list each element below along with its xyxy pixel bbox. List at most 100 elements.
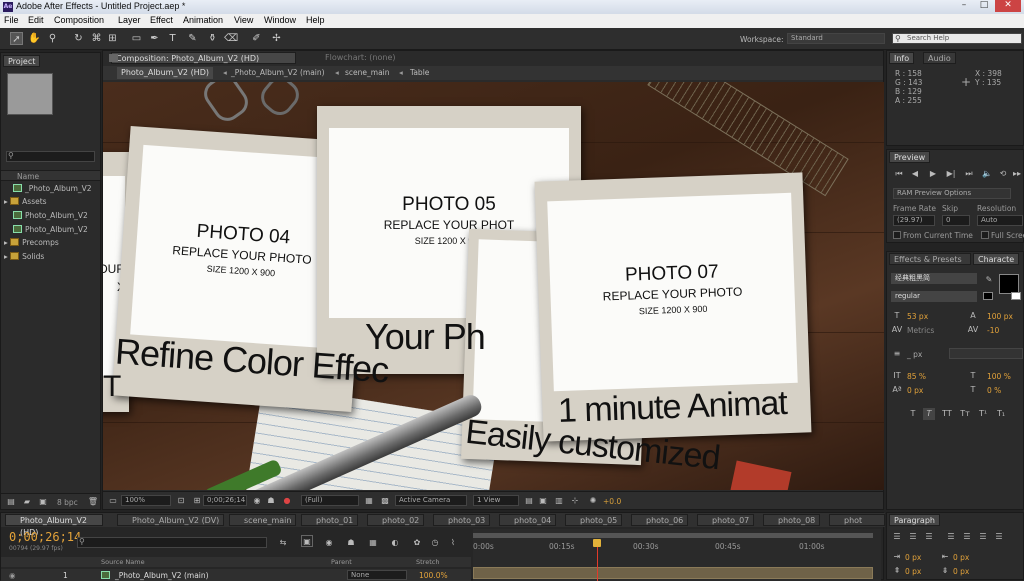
- align-right-icon[interactable]: ☰: [923, 531, 935, 543]
- tab-timeline[interactable]: photo_04: [499, 514, 557, 526]
- baseline-shift-value[interactable]: 0 px: [907, 386, 923, 395]
- eraser-tool-icon[interactable]: ⌫: [224, 32, 238, 45]
- maximize-icon[interactable]: □: [975, 0, 993, 12]
- list-item[interactable]: Photo_Album_V2: [13, 224, 88, 236]
- tab-preview[interactable]: Preview: [889, 151, 931, 163]
- tab-timeline[interactable]: photo_02: [367, 514, 425, 526]
- menu-layer[interactable]: Layer: [118, 15, 141, 25]
- bit-depth[interactable]: 8 bpc: [57, 498, 78, 507]
- motion-blur-icon[interactable]: ◐: [389, 537, 401, 549]
- space-after-value[interactable]: 0 px: [953, 567, 969, 576]
- timeline-timecode[interactable]: 0;00;26;14: [9, 530, 81, 544]
- tab-paragraph[interactable]: Paragraph: [889, 514, 940, 526]
- stretch-value[interactable]: 100.0%: [419, 571, 448, 580]
- ram-preview-options-select[interactable]: RAM Preview Options: [893, 188, 1011, 199]
- brainstorm-icon[interactable]: ✿: [411, 537, 423, 549]
- menu-file[interactable]: File: [4, 15, 19, 25]
- tracking-value[interactable]: -10: [987, 326, 999, 335]
- draft-3d-icon[interactable]: ◉: [323, 537, 335, 549]
- exposure-value[interactable]: +0.0: [603, 497, 621, 506]
- tab-timeline[interactable]: photo_08: [763, 514, 821, 526]
- eye-icon[interactable]: ◉: [9, 571, 16, 580]
- zoom-tool-icon[interactable]: ⚲: [46, 32, 59, 45]
- parent-select[interactable]: None: [347, 570, 407, 580]
- stroke-style-select[interactable]: [949, 348, 1023, 359]
- channel-icon[interactable]: ●: [281, 495, 293, 507]
- first-frame-icon[interactable]: ⏮: [893, 168, 905, 180]
- prev-frame-icon[interactable]: ◀: [909, 168, 921, 180]
- small-caps-button[interactable]: Tт: [959, 408, 971, 420]
- list-item[interactable]: _Photo_Album_V2: [13, 183, 92, 195]
- time-ruler-area[interactable]: 0:00s 00:15s 00:30s 00:45s 01:00s: [473, 529, 881, 581]
- align-left-icon[interactable]: ☰: [891, 531, 903, 543]
- new-folder-icon[interactable]: ▰: [21, 496, 33, 508]
- fill-color-swatch[interactable]: [999, 274, 1019, 294]
- faux-bold-button[interactable]: T: [907, 408, 919, 420]
- tab-timeline[interactable]: phot: [829, 514, 885, 526]
- list-item[interactable]: ▸ Precomps: [4, 237, 59, 249]
- full-screen-checkbox[interactable]: [981, 231, 989, 239]
- layer-name[interactable]: _Photo_Album_V2 (main): [115, 571, 209, 580]
- breadcrumb-item[interactable]: scene_main: [345, 68, 390, 77]
- next-frame-icon[interactable]: ▶|: [945, 168, 957, 180]
- font-family-select[interactable]: 经典粗黑简: [891, 273, 977, 284]
- pen-tool-icon[interactable]: ✒: [148, 32, 161, 45]
- flowchart-icon[interactable]: ⊹: [569, 495, 581, 507]
- resolution-select[interactable]: Auto: [977, 215, 1023, 226]
- last-frame-icon[interactable]: ⏭: [963, 168, 975, 180]
- new-composition-icon[interactable]: ▣: [37, 496, 49, 508]
- faux-italic-button[interactable]: T: [923, 408, 935, 420]
- play-icon[interactable]: ▶: [927, 168, 939, 180]
- comp-mini-flowchart-icon[interactable]: ⇆: [277, 537, 289, 549]
- camera-tool-icon[interactable]: ⌘: [90, 32, 103, 45]
- zoom-select[interactable]: 100%: [121, 495, 171, 506]
- subscript-button[interactable]: T₁: [995, 408, 1007, 420]
- composition-viewer[interactable]: OUR X PHOTO 04 REPLACE YOUR PHOTO SIZE 1…: [103, 82, 884, 490]
- tab-project[interactable]: Project: [3, 55, 41, 67]
- tab-timeline[interactable]: photo_01: [301, 514, 359, 526]
- tab-character[interactable]: Characte: [973, 253, 1020, 265]
- menu-composition[interactable]: Composition: [54, 15, 104, 25]
- close-icon[interactable]: ✕: [995, 0, 1021, 12]
- stroke-width-value[interactable]: _ px: [907, 350, 922, 359]
- menu-edit[interactable]: Edit: [28, 15, 44, 25]
- superscript-button[interactable]: T¹: [977, 408, 989, 420]
- brush-tool-icon[interactable]: ✎: [186, 32, 199, 45]
- tab-flowchart[interactable]: Flowchart: (none): [321, 52, 400, 64]
- tab-timeline[interactable]: photo_05: [565, 514, 623, 526]
- tab-effects-presets[interactable]: Effects & Presets: [889, 253, 971, 265]
- list-item[interactable]: ▸ Assets: [4, 196, 47, 208]
- justify-center-icon[interactable]: ☰: [961, 531, 973, 543]
- menu-animation[interactable]: Animation: [183, 15, 223, 25]
- transparency-grid-icon[interactable]: ▩: [379, 495, 391, 507]
- selection-tool-icon[interactable]: ➚: [10, 32, 23, 45]
- live-update-icon[interactable]: ▣: [301, 535, 313, 547]
- views-select[interactable]: 1 View: [473, 495, 519, 506]
- safe-margins-icon[interactable]: ⊡: [175, 495, 187, 507]
- interpret-footage-icon[interactable]: ▤: [5, 496, 17, 508]
- menu-window[interactable]: Window: [264, 15, 296, 25]
- kerning-value[interactable]: Metrics: [907, 326, 934, 335]
- leading-value[interactable]: 100 px: [987, 312, 1013, 321]
- skip-select[interactable]: 0: [942, 215, 970, 226]
- vertical-scale-value[interactable]: 85 %: [907, 372, 926, 381]
- workspace-select[interactable]: Standard: [787, 33, 885, 44]
- space-before-value[interactable]: 0 px: [905, 567, 921, 576]
- menu-help[interactable]: Help: [306, 15, 325, 25]
- all-caps-button[interactable]: TT: [941, 408, 953, 420]
- black-swatch[interactable]: [983, 292, 993, 300]
- timeline-icon[interactable]: ▥: [553, 495, 565, 507]
- breadcrumb-item[interactable]: _Photo_Album_V2 (main): [231, 68, 325, 77]
- project-search-input[interactable]: [6, 151, 95, 162]
- font-style-select[interactable]: regular: [891, 291, 977, 302]
- always-preview-icon[interactable]: ▭: [107, 495, 119, 507]
- tab-timeline[interactable]: Photo_Album_V2 (DV): [117, 514, 225, 526]
- current-time-field[interactable]: 0;00;26;14: [203, 495, 247, 506]
- loop-icon[interactable]: ⟲: [997, 168, 1009, 180]
- clone-stamp-tool-icon[interactable]: ⚱: [206, 32, 219, 45]
- hand-tool-icon[interactable]: ✋: [28, 32, 41, 45]
- show-snapshot-icon[interactable]: ☗: [265, 495, 277, 507]
- roto-brush-tool-icon[interactable]: ✐: [250, 32, 263, 45]
- trash-icon[interactable]: 🗑: [87, 496, 99, 508]
- white-swatch[interactable]: [1011, 292, 1021, 300]
